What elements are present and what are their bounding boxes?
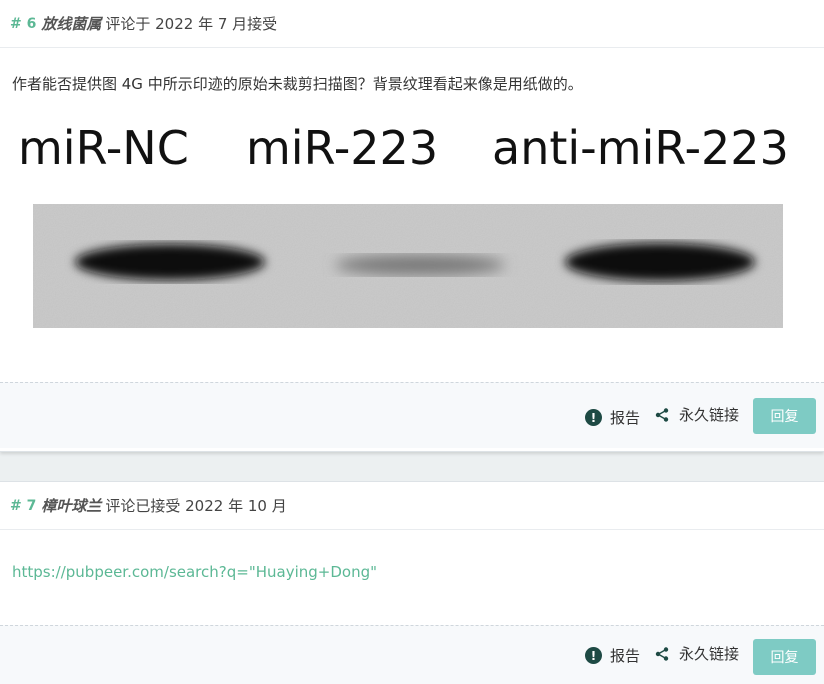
comment-number[interactable]: # 6 bbox=[10, 16, 36, 32]
blot-band-1 bbox=[75, 244, 265, 280]
exclamation-circle-icon: ! bbox=[585, 409, 602, 426]
reply-button[interactable]: 回复 bbox=[753, 639, 816, 675]
comment-author: 放线菌属 bbox=[41, 15, 102, 33]
blot-band-3 bbox=[565, 243, 755, 281]
comment-meta: 评论于 2022 年 7 月接受 bbox=[105, 15, 278, 33]
report-button[interactable]: ! 报告 bbox=[585, 645, 640, 666]
blot-label-3: anti-miR-223 bbox=[492, 121, 789, 175]
comment-header: # 7 樟叶球兰 评论已接受 2022 年 10 月 bbox=[0, 482, 824, 530]
share-icon bbox=[655, 646, 669, 661]
report-label: 报告 bbox=[610, 647, 641, 665]
comment-meta: 评论已接受 2022 年 10 月 bbox=[105, 497, 287, 515]
comment-header: # 6 放线菌属 评论于 2022 年 7 月接受 bbox=[0, 0, 824, 48]
comment-7: # 7 樟叶球兰 评论已接受 2022 年 10 月 https://pubpe… bbox=[0, 481, 824, 684]
report-label: 报告 bbox=[610, 409, 641, 427]
comment-6: # 6 放线菌属 评论于 2022 年 7 月接受 作者能否提供图 4G 中所示… bbox=[0, 0, 824, 452]
western-blot-image: miR-NC miR-223 anti-miR-223 bbox=[18, 121, 789, 328]
report-button[interactable]: ! 报告 bbox=[585, 407, 640, 428]
comment-author: 樟叶球兰 bbox=[41, 497, 102, 515]
blot-band-2 bbox=[335, 255, 505, 275]
permalink-button[interactable]: 永久链接 bbox=[655, 404, 739, 425]
comment-number[interactable]: # 7 bbox=[10, 498, 36, 514]
pubpeer-search-link[interactable]: https://pubpeer.com/search?q="Huaying+Do… bbox=[12, 563, 377, 581]
comment-footer: ! 报告 永久链接 回复 bbox=[0, 625, 824, 684]
permalink-label: 永久链接 bbox=[679, 645, 740, 663]
comment-text: 作者能否提供图 4G 中所示印迹的原始未裁剪扫描图？背景纹理看起来像是用纸做的。 bbox=[12, 75, 583, 93]
permalink-label: 永久链接 bbox=[679, 406, 740, 424]
blot-label-2: miR-223 bbox=[246, 121, 438, 175]
blot-label-1: miR-NC bbox=[18, 121, 189, 175]
reply-button[interactable]: 回复 bbox=[753, 398, 816, 434]
permalink-button[interactable]: 永久链接 bbox=[655, 643, 739, 664]
exclamation-circle-icon: ! bbox=[585, 647, 602, 664]
share-icon bbox=[655, 407, 669, 422]
comment-footer: ! 报告 永久链接 回复 bbox=[0, 382, 824, 448]
